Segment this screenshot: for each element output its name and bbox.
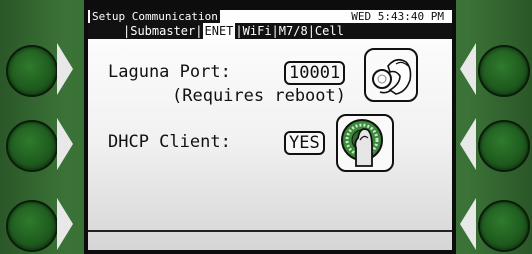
dhcp-client-field[interactable]: YES: [284, 131, 325, 155]
page-title: Setup Communication: [90, 10, 220, 23]
arrow-right-icon: [57, 43, 73, 95]
tab-cell[interactable]: Cell: [315, 23, 344, 39]
finger-press-knob-icon: [336, 114, 394, 172]
arrow-left-icon: [460, 118, 476, 170]
reboot-note: (Requires reboot): [172, 86, 346, 106]
tab-wifi[interactable]: WiFi: [243, 23, 272, 39]
dhcp-client-label: DHCP Client:: [108, 132, 231, 152]
laguna-port-field[interactable]: 10001: [284, 61, 346, 85]
tab-separator: |: [235, 24, 243, 38]
hand-pinch-dial-icon: [364, 48, 418, 102]
arrow-left-icon: [460, 43, 476, 95]
tab-separator: |: [307, 24, 315, 38]
tab-separator: |: [271, 24, 279, 38]
tabs: |Submaster| ENET |WiFi|M7/8|Cell: [123, 23, 344, 39]
arrow-right-icon: [57, 118, 73, 170]
tab-separator: |: [195, 24, 203, 38]
lcd-screen: Setup Communication WED 5:43:40 PM |Subm…: [84, 0, 456, 254]
arrow-left-icon: [460, 198, 476, 250]
softkey-left-1[interactable]: [6, 45, 58, 97]
softkey-left-3[interactable]: [6, 200, 58, 252]
tab-submaster[interactable]: Submaster: [130, 23, 195, 39]
arrow-right-icon: [57, 198, 73, 250]
softkey-right-1[interactable]: [478, 45, 530, 97]
tab-m7-8[interactable]: M7/8: [279, 23, 308, 39]
tab-enet[interactable]: ENET: [202, 23, 236, 39]
softkey-right-3[interactable]: [478, 200, 530, 252]
softkey-left-2[interactable]: [6, 120, 58, 172]
softkey-right-2[interactable]: [478, 120, 530, 172]
status-header: Setup Communication WED 5:43:40 PM: [88, 10, 452, 23]
tab-separator: |: [123, 24, 131, 38]
footer-divider: [88, 230, 452, 232]
screen-content: Setup Communication WED 5:43:40 PM |Subm…: [88, 10, 452, 250]
clock: WED 5:43:40 PM: [351, 10, 444, 23]
laguna-port-label: Laguna Port:: [108, 62, 231, 82]
tab-bar: |Submaster| ENET |WiFi|M7/8|Cell: [88, 23, 452, 39]
